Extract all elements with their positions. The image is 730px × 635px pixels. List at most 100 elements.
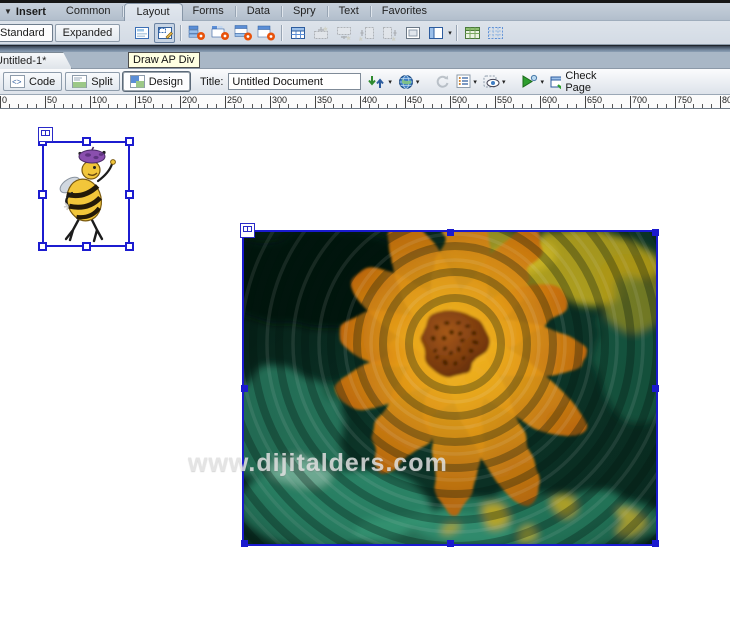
resize-handle-se[interactable] [652,540,659,547]
tab-divider [281,6,282,17]
resize-handle-n[interactable] [82,137,91,146]
spry-collapsible-panel-icon[interactable] [255,23,276,43]
ruler-tick [234,104,235,108]
resize-handle-e[interactable] [652,385,659,392]
ruler-tick [90,96,91,108]
ruler-tick [459,104,460,108]
standard-mode-button[interactable]: Standard [0,24,53,42]
svg-text:<>: <> [12,79,22,88]
design-view-button[interactable]: Design [123,72,190,91]
insert-bar-tools-row: Standard Expanded [0,21,730,45]
insert-bar-tab-row: ▼ Insert Common Layout Forms Data Spry T… [0,3,730,21]
ruler-tick [144,104,145,108]
ruler-tick [315,96,316,108]
insert-column-left-icon[interactable] [356,23,377,43]
ruler-tick [504,104,505,108]
ruler-tick [468,104,469,108]
ruler-tick [603,104,604,108]
spry-accordion-icon[interactable] [232,23,253,43]
ruler-tick [702,104,703,108]
insert-tab-common[interactable]: Common [56,3,121,20]
resize-handle-n[interactable] [447,229,454,236]
resize-handle-sw[interactable] [38,242,47,251]
ruler-tick [162,104,163,108]
insert-row-below-icon[interactable] [333,23,354,43]
ruler-tick [576,104,577,108]
insert-column-right-icon[interactable] [379,23,400,43]
horizontal-ruler[interactable]: 0501001502002503003504004505005506006507… [0,95,730,109]
ruler-tick [522,104,523,108]
ruler-tick [243,104,244,108]
resize-handle-ne[interactable] [125,137,134,146]
resize-handle-w[interactable] [38,190,47,199]
ruler-tick [198,104,199,108]
spry-menu-bar-icon[interactable] [186,23,207,43]
ruler-tick [324,104,325,108]
ruler-tick [36,104,37,108]
resize-handle-e[interactable] [125,190,134,199]
ruler-tick [549,104,550,108]
tabular-data-icon[interactable] [462,23,483,43]
insert-panel-header[interactable]: ▼ Insert [0,6,56,18]
layout-grid-icon[interactable] [485,23,506,43]
spry-tabbed-panels-icon[interactable] [209,23,230,43]
draw-ap-div-icon[interactable] [154,23,175,43]
resize-handle-s[interactable] [447,540,454,547]
preview-in-browser-icon[interactable]: ▾ [398,74,420,90]
ruler-tick [306,104,307,108]
insert-div-tag-icon[interactable] [131,23,152,43]
resize-handle-se[interactable] [125,242,134,251]
code-view-button[interactable]: <> Code [3,72,62,91]
view-options-icon[interactable]: ▾ [456,74,477,89]
ruler-label: 800 [722,95,730,105]
expanded-mode-button[interactable]: Expanded [55,24,121,42]
check-page-button[interactable]: Check Page [550,70,603,94]
ruler-tick [405,96,406,108]
resize-handle-s[interactable] [82,242,91,251]
file-management-icon[interactable]: ▾ [367,74,392,90]
flower-ripple-image[interactable] [242,230,658,546]
dropdown-arrow-icon: ▾ [540,78,544,86]
insert-tab-layout[interactable]: Layout [124,3,183,22]
ruler-tick [378,104,379,108]
insert-tab-forms[interactable]: Forms [183,3,234,20]
document-tab[interactable]: Untitled-1* [0,52,72,69]
insert-tab-spry[interactable]: Spry [283,3,326,20]
frames-dropdown-arrow-icon[interactable]: ▾ [448,29,452,37]
resize-handle-sw[interactable] [241,540,248,547]
resize-handle-w[interactable] [241,385,248,392]
table-icon[interactable] [287,23,308,43]
ruler-tick [342,104,343,108]
insert-tab-data[interactable]: Data [237,3,280,20]
ruler-tick [261,104,262,108]
ruler-tick [180,96,181,108]
ruler-tick [396,104,397,108]
design-canvas[interactable]: www.dijitalders.com [0,109,730,635]
ap-div-anchor-handle[interactable] [38,127,53,142]
title-input[interactable] [228,73,361,90]
split-view-button[interactable]: Split [65,72,119,91]
ap-div-anchor-handle[interactable] [240,223,255,238]
ruler-tick [135,96,136,108]
ruler-tick [81,104,82,108]
code-label: Code [29,76,55,88]
bee-ap-div[interactable] [42,141,130,247]
ap-div-grid-icon [243,226,252,232]
document-tab-strip: Untitled-1* [0,52,730,69]
dropdown-arrow-icon: ▾ [502,78,506,86]
iframe-icon[interactable] [402,23,423,43]
frames-icon[interactable] [425,23,446,43]
ruler-tick [297,104,298,108]
insert-tab-favorites[interactable]: Favorites [372,3,437,20]
visual-aids-icon[interactable]: ▾ [483,74,506,89]
resize-handle-ne[interactable] [652,229,659,236]
dropdown-arrow-icon: ▾ [388,78,392,86]
ruler-tick [279,104,280,108]
insert-row-above-icon[interactable] [310,23,331,43]
validate-markup-icon[interactable]: ▾ [521,74,544,89]
split-icon [72,75,87,88]
insert-tab-text[interactable]: Text [329,3,369,20]
refresh-icon[interactable] [435,74,450,89]
ap-div-grid-icon [41,130,50,136]
title-label: Title: [200,76,223,88]
